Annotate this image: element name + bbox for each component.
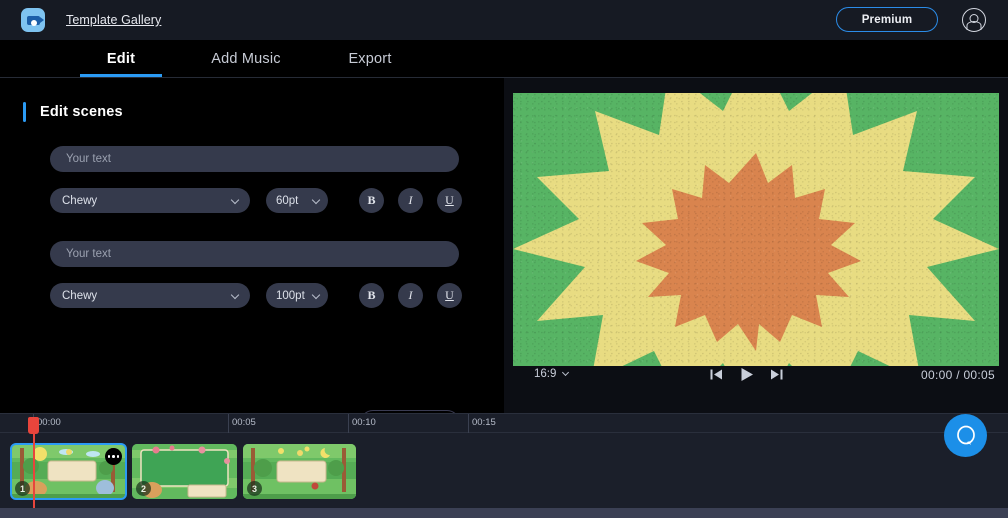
bottom-scrollbar[interactable] <box>0 508 1008 518</box>
time-display: 00:00 / 00:05 <box>921 368 995 382</box>
premium-button[interactable]: Premium <box>836 7 938 32</box>
video-camera-logo-icon[interactable] <box>21 8 45 32</box>
font-family-value-1: Chewy <box>62 194 98 207</box>
camera-dot <box>30 19 37 26</box>
chevron-down-icon <box>230 290 240 299</box>
format-controls-1: Chewy 60pt B I U <box>50 188 462 213</box>
scene-graphic <box>513 93 999 366</box>
chat-help-icon[interactable] <box>944 414 987 457</box>
camera-glyph <box>26 15 44 26</box>
timeline-scene-3[interactable]: 3 <box>243 444 356 499</box>
user-avatar-icon[interactable] <box>962 8 986 32</box>
tab-edit[interactable]: Edit <box>80 40 162 77</box>
font-family-select-1[interactable]: Chewy <box>50 188 250 213</box>
edit-scenes-panel: Edit scenes Chewy 60pt B I U Chewy <box>0 78 504 436</box>
chevron-down-icon <box>311 195 321 204</box>
ruler-label: 00:15 <box>472 417 496 428</box>
font-size-select-1[interactable]: 60pt <box>266 188 328 213</box>
preview-panel: 16:9 00:00 / 00:05 <box>504 78 1008 413</box>
aspect-ratio-select[interactable]: 16:9 <box>534 368 570 380</box>
tab-export[interactable]: Export <box>331 40 409 77</box>
top-bar: Template Gallery Premium <box>0 0 1008 40</box>
timeline-scene-1[interactable]: 1 <box>10 443 127 500</box>
italic-button-1[interactable]: I <box>398 188 423 213</box>
transport-controls <box>709 366 784 383</box>
ruler-label: 00:10 <box>352 417 376 428</box>
main-tabs: Edit Add Music Export <box>0 40 1008 77</box>
page-title: Edit scenes <box>40 104 123 120</box>
font-size-value-2: 100pt <box>276 289 305 302</box>
font-size-value-1: 60pt <box>276 194 299 207</box>
tab-add-music[interactable]: Add Music <box>191 40 301 77</box>
title-accent-bar <box>23 102 26 122</box>
skip-next-icon[interactable] <box>769 367 784 382</box>
timeline-playhead[interactable] <box>29 417 38 508</box>
font-size-select-2[interactable]: 100pt <box>266 283 328 308</box>
timeline-scene-2[interactable]: 2 <box>132 444 237 499</box>
timeline-ruler[interactable]: 00:00 00:05 00:10 00:15 <box>0 413 1008 434</box>
timeline-track[interactable]: 1 2 3 <box>0 433 1008 508</box>
underline-button-2[interactable]: U <box>437 283 462 308</box>
chevron-down-icon <box>311 290 321 299</box>
scene-number-badge: 3 <box>247 481 262 496</box>
font-family-select-2[interactable]: Chewy <box>50 283 250 308</box>
text-input-2[interactable] <box>50 241 459 267</box>
scene-number-badge: 1 <box>15 481 30 496</box>
skip-previous-icon[interactable] <box>709 367 724 382</box>
scene-number-badge: 2 <box>136 481 151 496</box>
aspect-ratio-value: 16:9 <box>534 368 557 380</box>
font-family-value-2: Chewy <box>62 289 98 302</box>
ruler-label: 00:00 <box>37 417 61 428</box>
format-controls-2: Chewy 100pt B I U <box>50 283 462 308</box>
scene-menu-button[interactable] <box>105 448 122 465</box>
ruler-label: 00:05 <box>232 417 256 428</box>
panel-header: Edit scenes <box>23 102 123 122</box>
text-field-group-1: Chewy 60pt B I U <box>50 146 462 213</box>
text-field-group-2: Chewy 100pt B I U <box>50 241 462 308</box>
player-controls: 16:9 00:00 / 00:05 <box>504 363 1008 391</box>
bold-button-2[interactable]: B <box>359 283 384 308</box>
chevron-down-icon <box>562 368 570 377</box>
template-gallery-link[interactable]: Template Gallery <box>66 13 161 27</box>
text-input-1[interactable] <box>50 146 459 172</box>
bold-button-1[interactable]: B <box>359 188 384 213</box>
italic-button-2[interactable]: I <box>398 283 423 308</box>
play-icon[interactable] <box>738 366 755 383</box>
underline-button-1[interactable]: U <box>437 188 462 213</box>
video-preview[interactable] <box>513 93 999 366</box>
chevron-down-icon <box>230 195 240 204</box>
